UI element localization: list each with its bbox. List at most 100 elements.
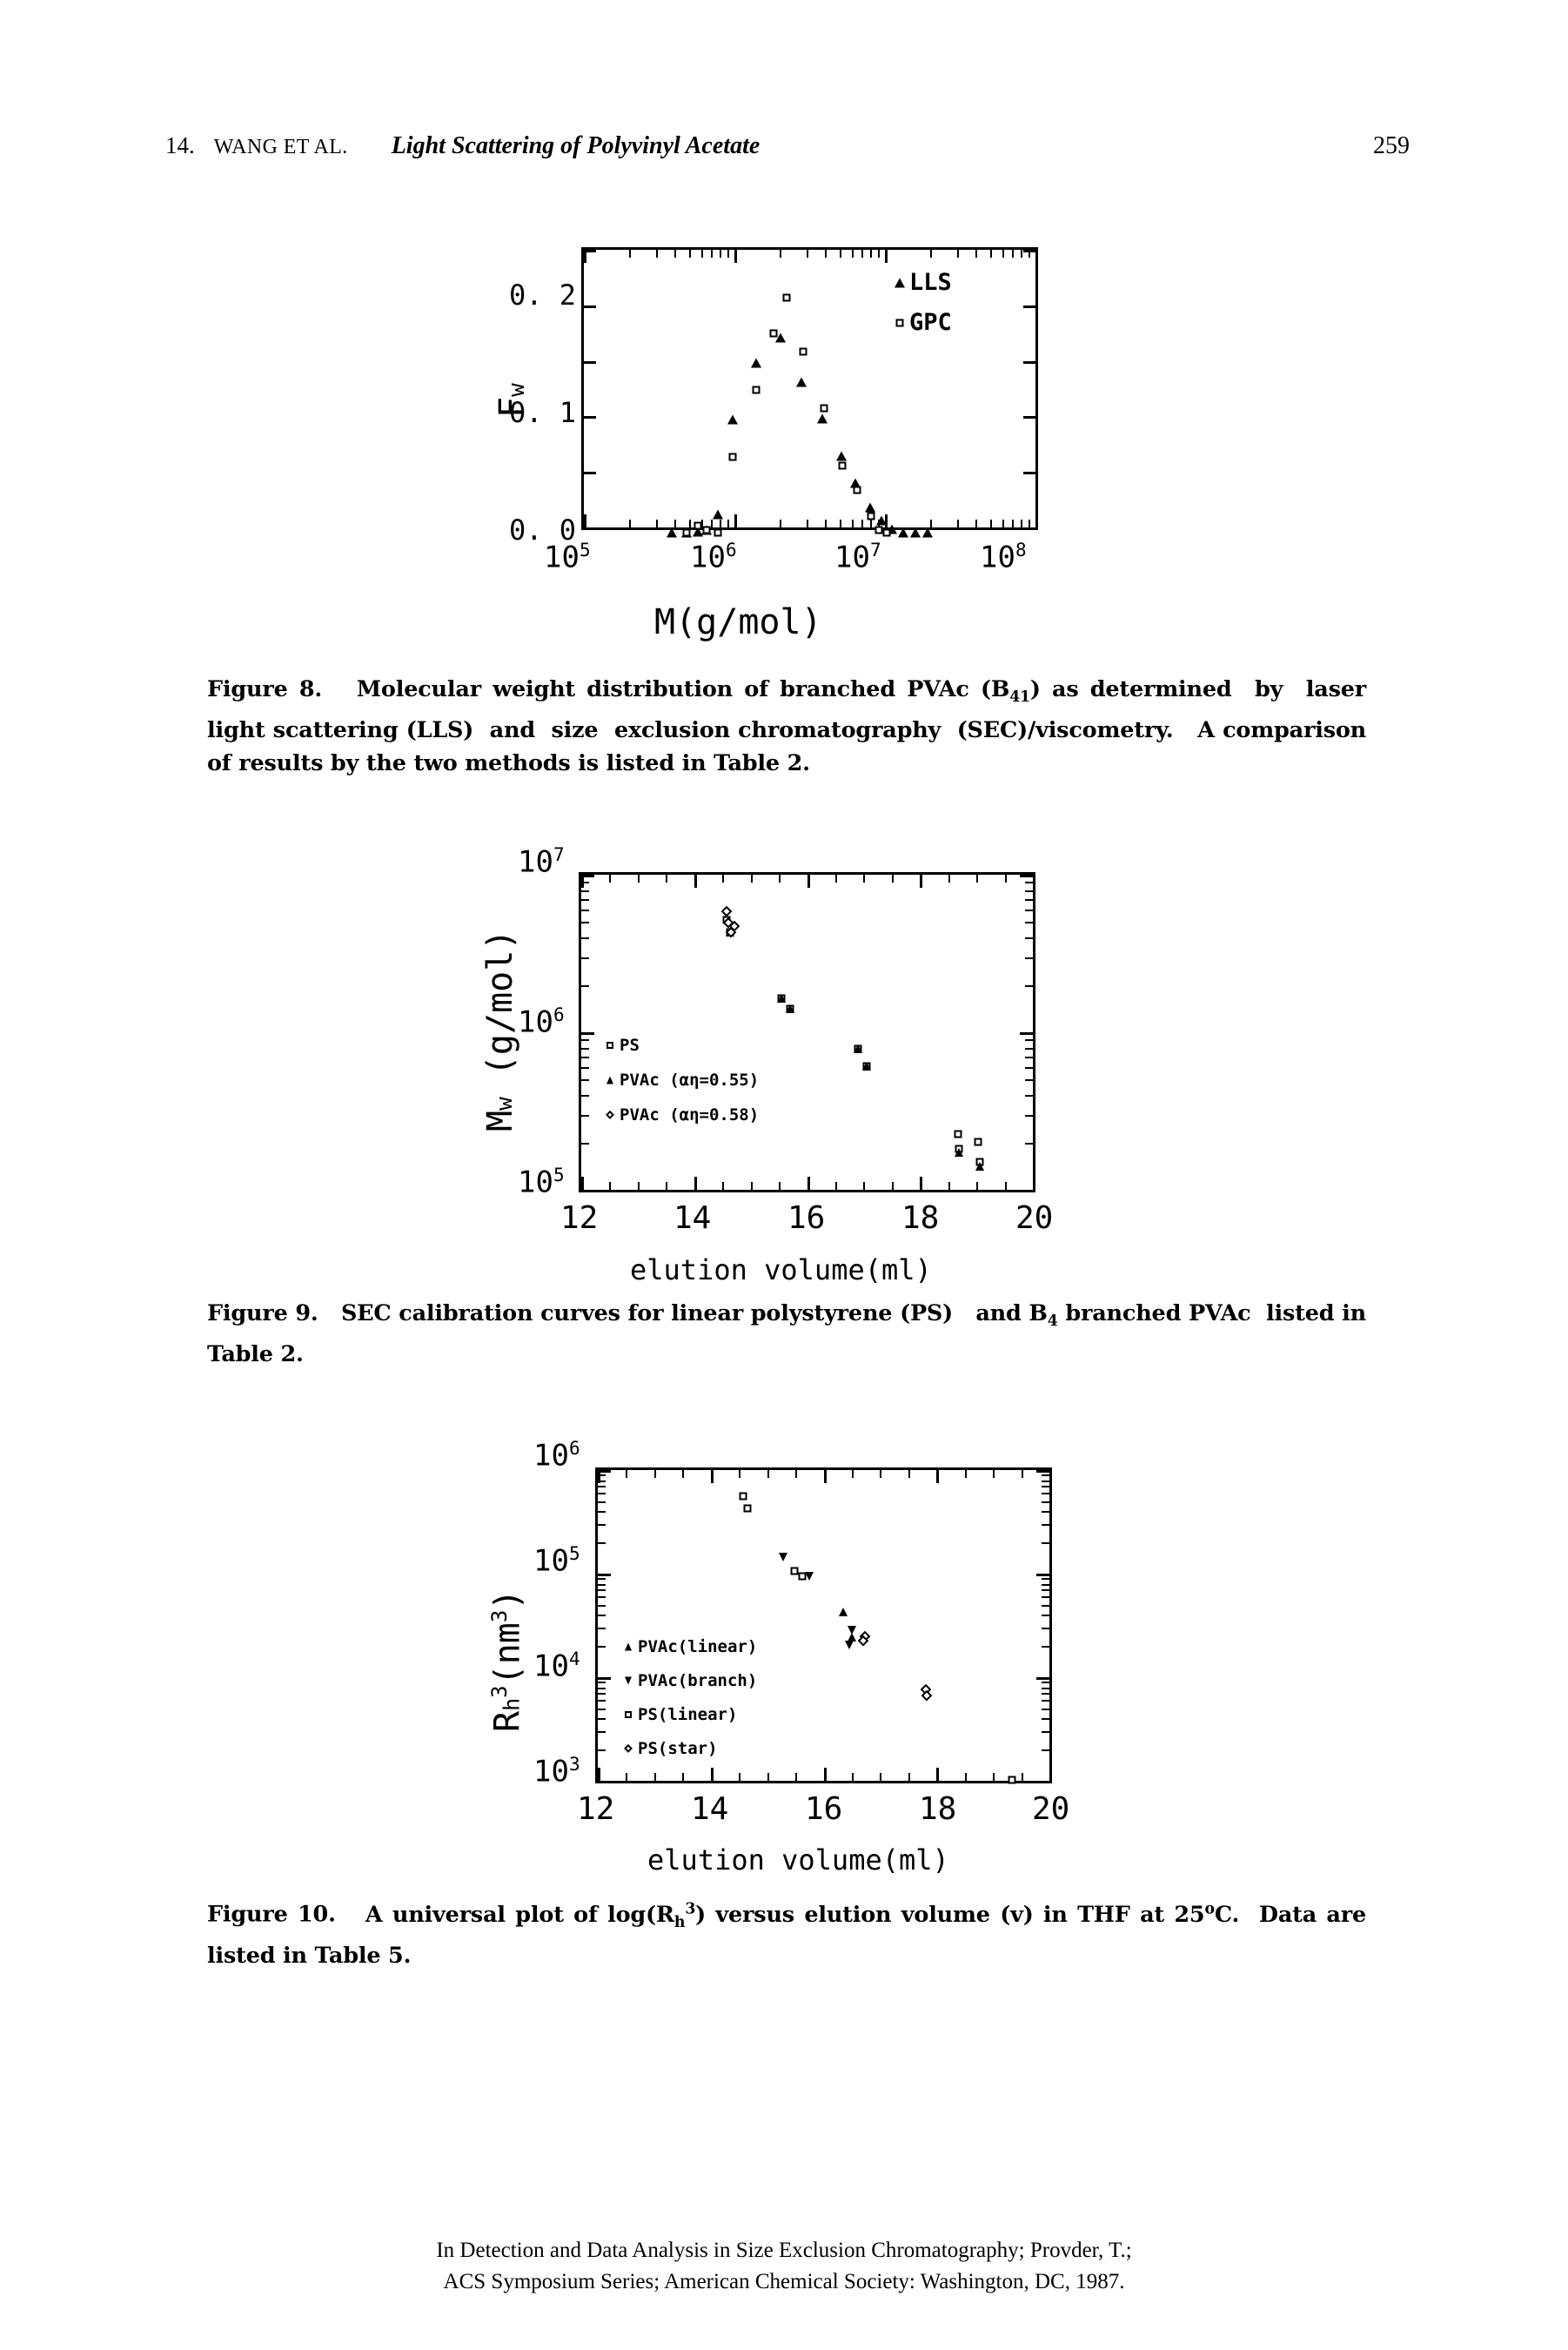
axis-tick xyxy=(581,899,589,902)
axis-tick xyxy=(834,1182,837,1190)
axis-tick xyxy=(1020,1032,1033,1035)
axis-tick xyxy=(598,1501,606,1503)
fig9-legend-label: PVAc (αη=0.58) xyxy=(620,1105,760,1125)
triangle-up-marker xyxy=(625,1642,632,1651)
axis-tick xyxy=(666,875,668,883)
axis-tick xyxy=(750,875,753,883)
axis-tick xyxy=(720,520,722,527)
axis-tick xyxy=(666,1182,668,1190)
axis-tick xyxy=(989,520,992,527)
data-point-gpc xyxy=(867,512,875,520)
axis-tick xyxy=(581,937,589,940)
axis-tick xyxy=(807,1177,810,1190)
axis-tick xyxy=(674,250,677,258)
axis-tick xyxy=(863,1182,866,1190)
square-icon xyxy=(600,1039,620,1051)
axis-tick xyxy=(1042,1474,1049,1477)
axis-tick xyxy=(779,1182,781,1190)
axis-tick xyxy=(964,1773,967,1781)
axis-tick xyxy=(1042,1693,1049,1695)
axis-tick xyxy=(1035,250,1038,263)
axis-tick xyxy=(739,1470,741,1478)
data-point-lls xyxy=(750,358,761,368)
fig10-legend-label: PVAc(branch) xyxy=(638,1671,758,1690)
axis-tick xyxy=(993,1773,995,1781)
data-point xyxy=(785,1004,794,1014)
axis-tick xyxy=(581,1114,589,1117)
axis-tick xyxy=(598,1480,606,1482)
axis-tick xyxy=(795,1773,798,1781)
axis-tick xyxy=(930,250,933,258)
fig10-ytick-1: 104 xyxy=(533,1648,580,1684)
fig10-xtick-4: 20 xyxy=(1032,1791,1070,1827)
axis-tick xyxy=(598,1700,606,1702)
axis-tick xyxy=(767,1470,769,1478)
axis-tick xyxy=(581,882,589,884)
fig9-x-axis-label: elution volume(ml) xyxy=(630,1253,932,1286)
square-marker xyxy=(895,319,904,326)
data-point-gpc xyxy=(728,453,737,461)
axis-tick xyxy=(598,1542,606,1545)
axis-tick xyxy=(806,520,808,527)
axis-tick xyxy=(825,520,828,527)
axis-tick xyxy=(584,514,586,527)
fig9-xtick-2: 16 xyxy=(787,1200,826,1236)
axis-tick xyxy=(1042,1749,1049,1752)
square-marker xyxy=(625,1711,632,1718)
fig9-ytick-1: 106 xyxy=(518,1004,565,1040)
axis-tick xyxy=(598,1574,611,1576)
fig10-x-axis-label: elution volume(ml) xyxy=(647,1843,949,1877)
axis-tick xyxy=(720,250,722,258)
axis-tick xyxy=(694,875,697,888)
axis-tick xyxy=(653,1470,656,1478)
data-point-lls xyxy=(727,414,739,425)
figure-8: Fw 0. 2 0. 1 0. 0 LLS GPC 105 106 107 108… xyxy=(0,0,1568,661)
triangle-down-icon xyxy=(619,1675,638,1687)
axis-tick xyxy=(1042,1493,1049,1495)
axis-tick xyxy=(956,250,959,258)
axis-tick xyxy=(581,875,594,877)
axis-tick xyxy=(1004,875,1007,883)
axis-tick xyxy=(581,1142,589,1145)
axis-tick xyxy=(609,875,612,883)
axis-tick xyxy=(839,520,841,527)
fig10-legend-label: PVAc(linear) xyxy=(638,1637,758,1656)
figure-8-caption-label: Figure 8. xyxy=(207,676,323,702)
axis-tick xyxy=(584,360,596,364)
axis-tick xyxy=(655,520,658,527)
axis-tick xyxy=(1029,520,1031,527)
data-point-gpc xyxy=(820,404,828,413)
square-icon xyxy=(890,317,909,329)
fig9-y-axis-label: Mw (g/mol) xyxy=(480,929,520,1131)
axis-tick xyxy=(1023,360,1035,364)
axis-tick xyxy=(1020,1190,1033,1192)
axis-tick xyxy=(767,1773,769,1781)
fig8-plot-area: LLS GPC xyxy=(581,247,1038,538)
axis-tick xyxy=(1025,984,1033,987)
data-point-gpc xyxy=(682,528,691,537)
axis-tick xyxy=(920,1177,923,1190)
data-point xyxy=(798,1572,807,1581)
data-point xyxy=(862,1061,872,1071)
axis-tick xyxy=(1042,1501,1049,1503)
axis-tick xyxy=(581,984,589,987)
axis-tick xyxy=(1021,250,1023,258)
axis-tick xyxy=(1042,1480,1049,1482)
axis-tick xyxy=(1042,1604,1049,1607)
axis-tick xyxy=(1049,1470,1052,1483)
axis-tick xyxy=(581,1057,589,1059)
axis-tick xyxy=(948,875,950,883)
fig10-xtick-1: 14 xyxy=(691,1791,729,1827)
axis-tick xyxy=(920,875,923,888)
axis-tick xyxy=(807,875,810,888)
figure-10-caption-label: Figure 10. xyxy=(207,1901,336,1928)
axis-tick xyxy=(870,520,873,527)
axis-tick xyxy=(1025,1142,1033,1145)
fig9-legend-label: PS xyxy=(620,1036,640,1055)
axis-tick xyxy=(1042,1628,1049,1630)
axis-tick xyxy=(936,1768,940,1781)
axis-tick xyxy=(861,250,864,258)
figure-9-caption-label: Figure 9. xyxy=(207,1300,318,1326)
axis-tick xyxy=(694,1177,697,1190)
data-point-lls xyxy=(817,413,828,424)
